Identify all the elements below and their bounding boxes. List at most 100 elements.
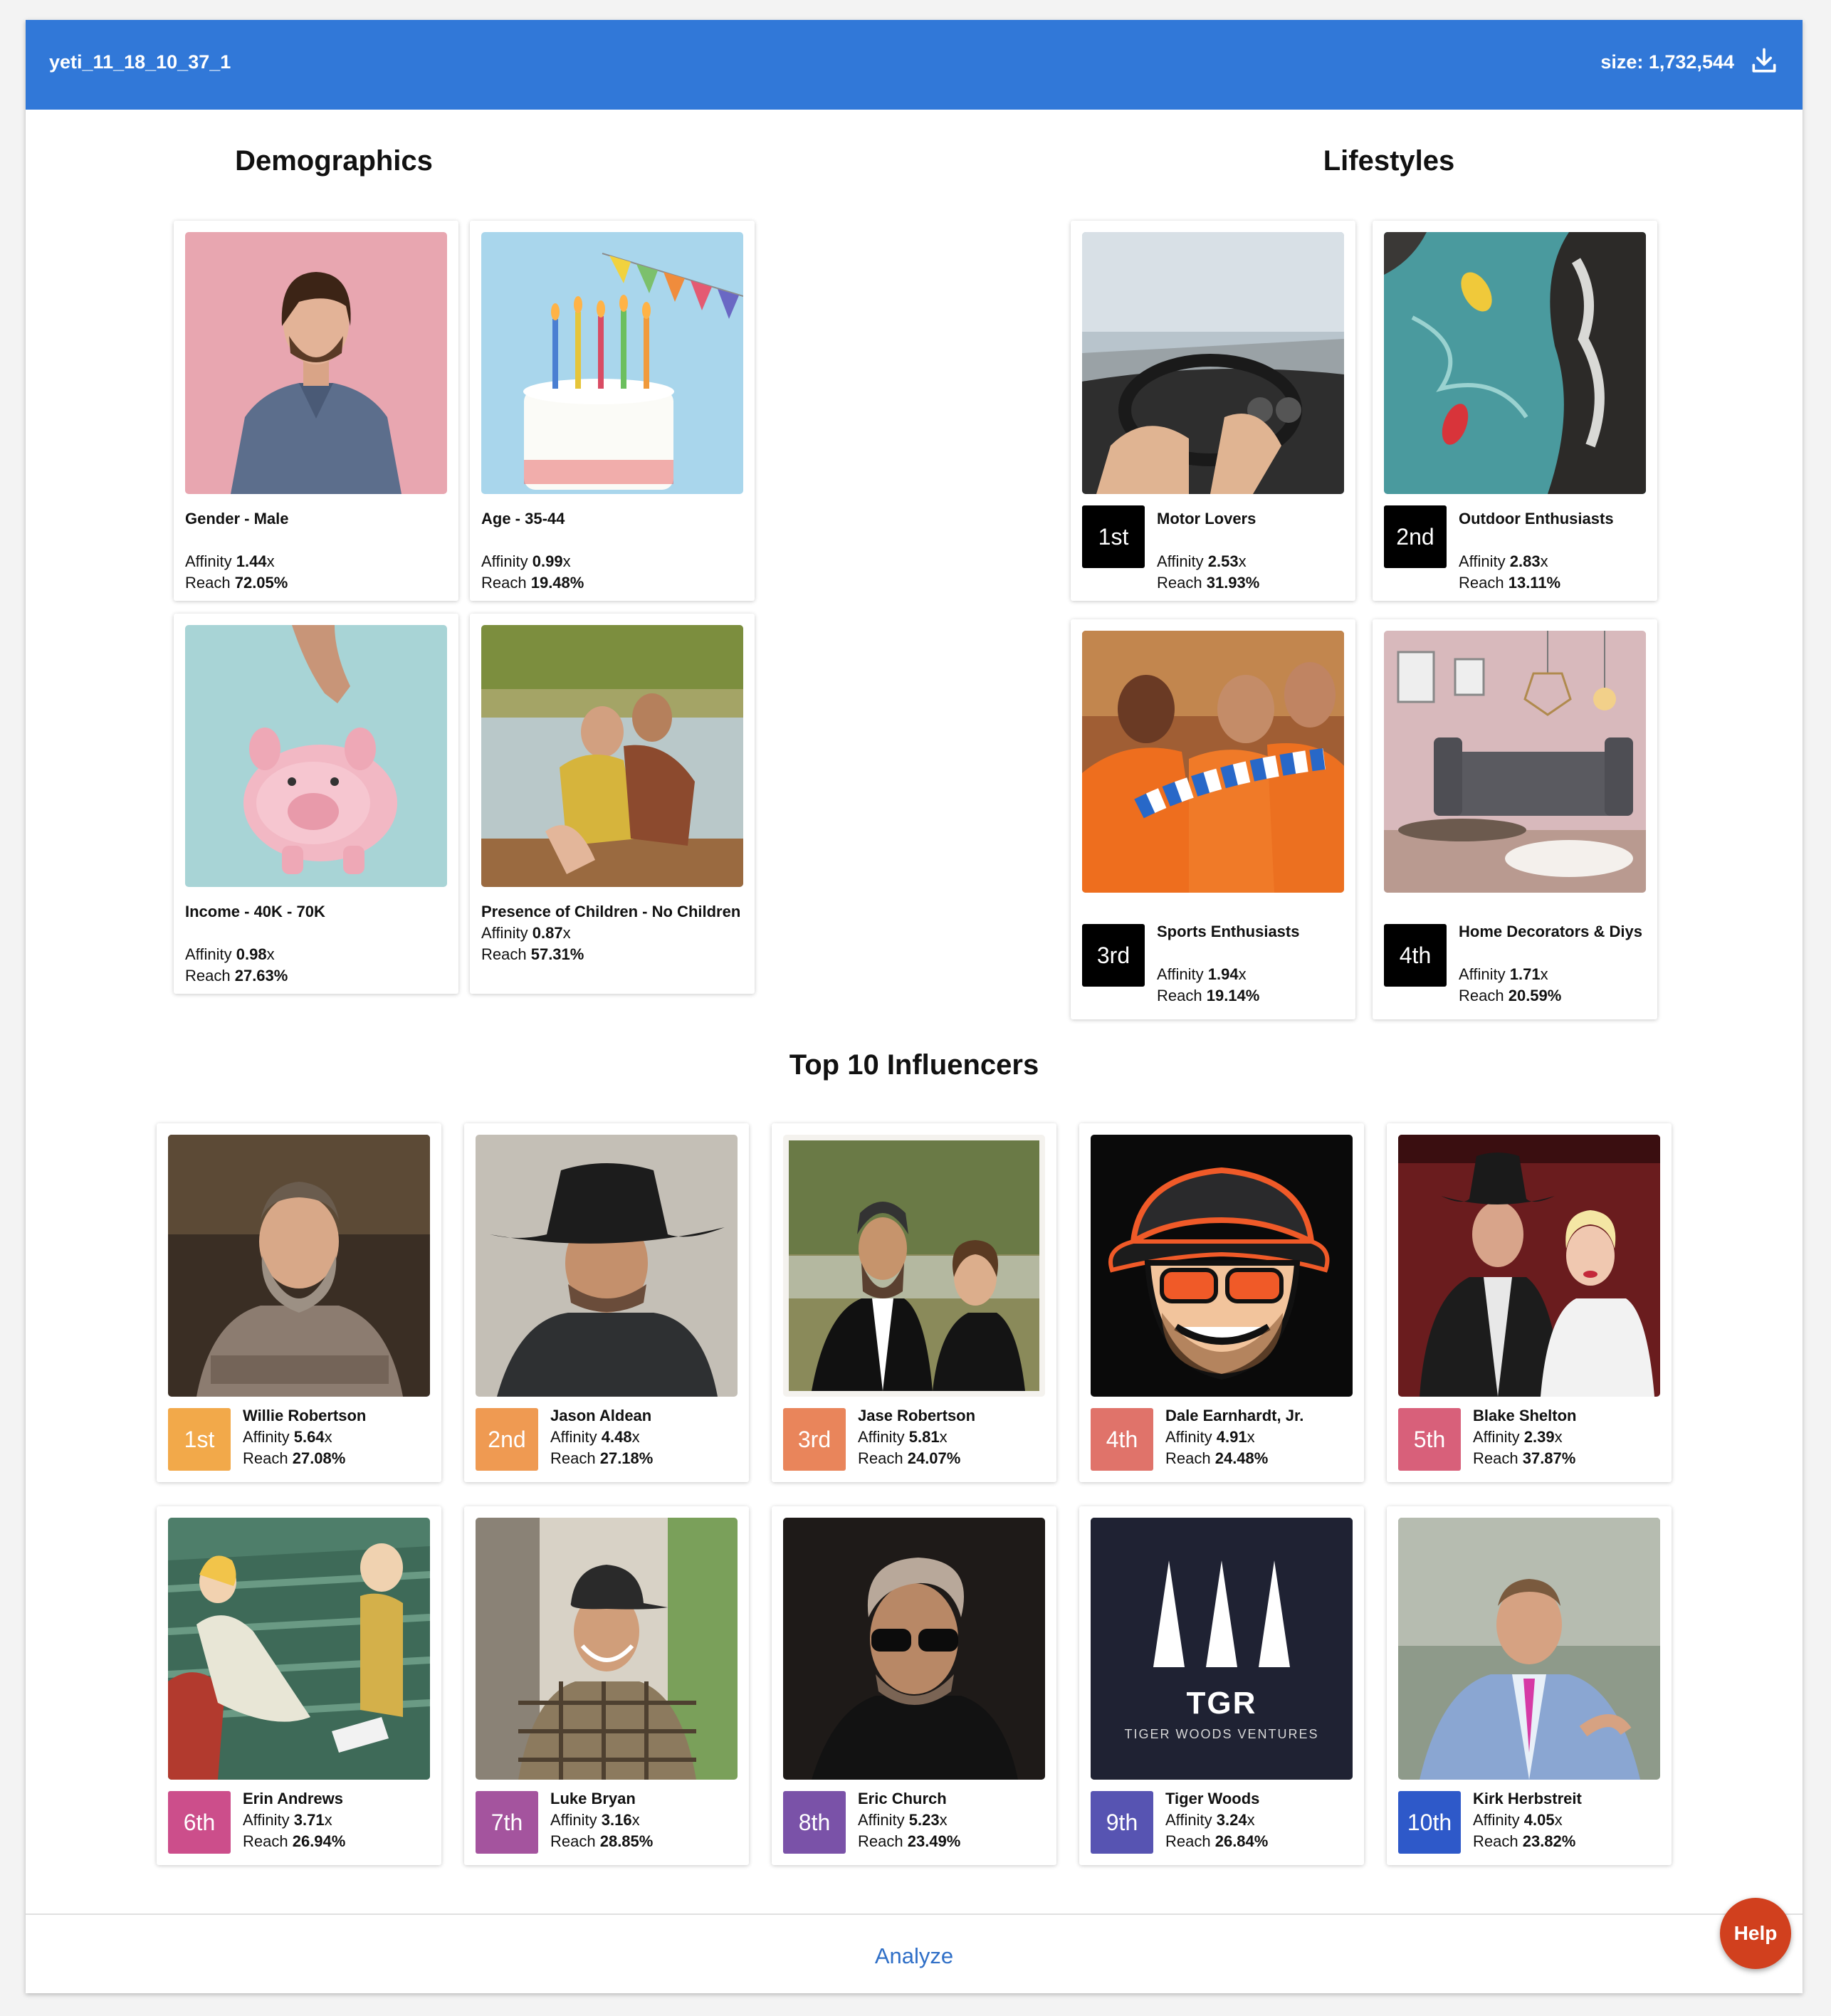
affinity-line: Affinity 0.87x (481, 924, 571, 942)
affinity-line: Affinity 1.44x (185, 552, 275, 570)
audience-size: size: 1,732,544 (1600, 51, 1734, 73)
affinity-line: Affinity 2.39x (1473, 1428, 1563, 1446)
reach-line: Reach 23.82% (1473, 1832, 1576, 1850)
analyze-link[interactable]: Analyze (26, 1943, 1803, 1969)
lifestyle-card-4: 4th Home Decorators & Diys Affinity 1.71… (1373, 619, 1657, 1019)
influencer-photo-jase-robertson (783, 1135, 1045, 1397)
influencer-text: Dale Earnhardt, Jr. Affinity 4.91x Reach… (1165, 1405, 1372, 1469)
lifestyles-title: Lifestyles (1323, 145, 1455, 177)
affinity-line: Affinity 5.23x (858, 1811, 948, 1829)
outdoor-enthusiasts-image (1384, 232, 1646, 494)
influencer-card: 4th Dale Earnhardt, Jr. Affinity 4.91x R… (1079, 1123, 1364, 1482)
lifestyle-label: Motor Lovers (1157, 510, 1256, 527)
help-button[interactable]: Help (1720, 1898, 1791, 1969)
rank-badge: 1st (168, 1408, 231, 1471)
influencer-card: 8th Eric Church Affinity 5.23x Reach 23.… (772, 1506, 1056, 1865)
reach-line: Reach 27.08% (243, 1449, 346, 1467)
demographic-label: Gender - Male (185, 510, 289, 527)
affinity-line: Affinity 1.71x (1459, 965, 1548, 983)
reach-value: 72.05% (234, 574, 288, 592)
affinity-value: 4.91 (1216, 1428, 1247, 1446)
reach-value: 37.87% (1522, 1449, 1576, 1467)
affinity-value: 5.64 (293, 1428, 325, 1446)
reach-value: 27.63% (234, 967, 288, 985)
audience-title: yeti_11_18_10_37_1 (49, 51, 231, 73)
lifestyle-label: Outdoor Enthusiasts (1459, 510, 1614, 527)
demographic-label: Presence of Children - No Children (481, 903, 741, 920)
reach-line: Reach 13.11% (1459, 574, 1561, 592)
piggy-bank-image (185, 625, 447, 887)
lifestyle-label: Sports Enthusiasts (1157, 923, 1300, 940)
affinity-value: 5.81 (908, 1428, 940, 1446)
demographic-label: Age - 35-44 (481, 510, 565, 527)
report-panel: yeti_11_18_10_37_1 size: 1,732,544 Demog… (26, 20, 1803, 1993)
influencer-text: Willie Robertson Affinity 5.64x Reach 27… (243, 1405, 449, 1469)
influencer-photo-luke-bryan (476, 1518, 738, 1780)
influencer-card: 7th Luke Bryan Affinity 3.16x Reach 28.8… (464, 1506, 749, 1865)
rank-badge: 7th (476, 1791, 538, 1854)
reach-line: Reach 37.87% (1473, 1449, 1576, 1467)
rank-badge: 1st (1082, 505, 1145, 568)
rank-badge: 6th (168, 1791, 231, 1854)
influencer-photo-willie-robertson (168, 1135, 430, 1397)
demographic-text: Presence of Children - No Children Affin… (481, 901, 745, 965)
affinity-value: 4.48 (601, 1428, 632, 1446)
home-decorators-image (1384, 631, 1646, 893)
influencer-name: Eric Church (858, 1790, 947, 1807)
influencer-name: Luke Bryan (550, 1790, 636, 1807)
reach-line: Reach 26.94% (243, 1832, 346, 1850)
demographic-card-gender: Gender - Male Affinity 1.44x Reach 72.05… (174, 221, 458, 601)
affinity-value: 4.05 (1523, 1811, 1555, 1829)
influencer-name: Willie Robertson (243, 1407, 367, 1424)
demographic-text: Income - 40K - 70K Affinity 0.98x Reach … (185, 901, 448, 987)
influencer-text: Erin Andrews Affinity 3.71x Reach 26.94% (243, 1788, 449, 1852)
influencer-name: Jason Aldean (550, 1407, 652, 1424)
rank-badge: 10th (1398, 1791, 1461, 1854)
rank-badge: 8th (783, 1791, 846, 1854)
influencer-photo-jason-aldean (476, 1135, 738, 1397)
influencer-text: Blake Shelton Affinity 2.39x Reach 37.87… (1473, 1405, 1679, 1469)
demographic-card-children: Presence of Children - No Children Affin… (470, 614, 755, 994)
reach-value: 24.07% (907, 1449, 961, 1467)
reach-line: Reach 19.14% (1157, 987, 1260, 1004)
rank-badge: 4th (1384, 924, 1447, 987)
affinity-line: Affinity 4.48x (550, 1428, 640, 1446)
influencer-name: Kirk Herbstreit (1473, 1790, 1582, 1807)
influencer-photo-erin-andrews (168, 1518, 430, 1780)
reach-line: Reach 72.05% (185, 574, 288, 592)
affinity-value: 0.98 (236, 945, 267, 963)
influencer-photo-blake-shelton (1398, 1135, 1660, 1397)
affinity-value: 0.99 (532, 552, 563, 570)
influencer-text: Jason Aldean Affinity 4.48x Reach 27.18% (550, 1405, 757, 1469)
lifestyle-label: Home Decorators & Diys (1459, 923, 1642, 940)
sports-enthusiasts-image (1082, 631, 1344, 893)
lifestyle-text: Outdoor Enthusiasts Affinity 2.83x Reach… (1459, 508, 1665, 594)
rank-badge: 3rd (1082, 924, 1145, 987)
influencer-card: 6th Erin Andrews Affinity 3.71x Reach 26… (157, 1506, 441, 1865)
affinity-line: Affinity 3.71x (243, 1811, 332, 1829)
influencer-text: Eric Church Affinity 5.23x Reach 23.49% (858, 1788, 1064, 1852)
influencers-title: Top 10 Influencers (789, 1049, 1039, 1081)
influencer-card: 5th Blake Shelton Affinity 2.39x Reach 3… (1387, 1123, 1672, 1482)
reach-value: 27.18% (599, 1449, 654, 1467)
rank-badge: 5th (1398, 1408, 1461, 1471)
affinity-value: 1.94 (1207, 965, 1239, 983)
demographic-text: Gender - Male Affinity 1.44x Reach 72.05… (185, 508, 448, 594)
demographic-text: Age - 35-44 Affinity 0.99x Reach 19.48% (481, 508, 745, 594)
affinity-line: Affinity 0.99x (481, 552, 571, 570)
influencer-name: Jase Robertson (858, 1407, 976, 1424)
influencer-name: Dale Earnhardt, Jr. (1165, 1407, 1304, 1424)
download-icon[interactable] (1748, 46, 1780, 77)
demographic-card-income: Income - 40K - 70K Affinity 0.98x Reach … (174, 614, 458, 994)
affinity-value: 2.83 (1509, 552, 1541, 570)
reach-line: Reach 27.63% (185, 967, 288, 985)
influencer-text: Kirk Herbstreit Affinity 4.05x Reach 23.… (1473, 1788, 1679, 1852)
reach-value: 26.84% (1214, 1832, 1269, 1850)
reach-value: 26.94% (292, 1832, 346, 1850)
influencer-card: TGR TIGER WOODS VENTURES 9th Tiger Woods… (1079, 1506, 1364, 1865)
reach-value: 13.11% (1508, 574, 1561, 592)
affinity-value: 2.39 (1523, 1428, 1555, 1446)
affinity-line: Affinity 0.98x (185, 945, 275, 963)
influencer-photo-dale-earnhardt-jr (1091, 1135, 1353, 1397)
affinity-value: 3.16 (601, 1811, 632, 1829)
